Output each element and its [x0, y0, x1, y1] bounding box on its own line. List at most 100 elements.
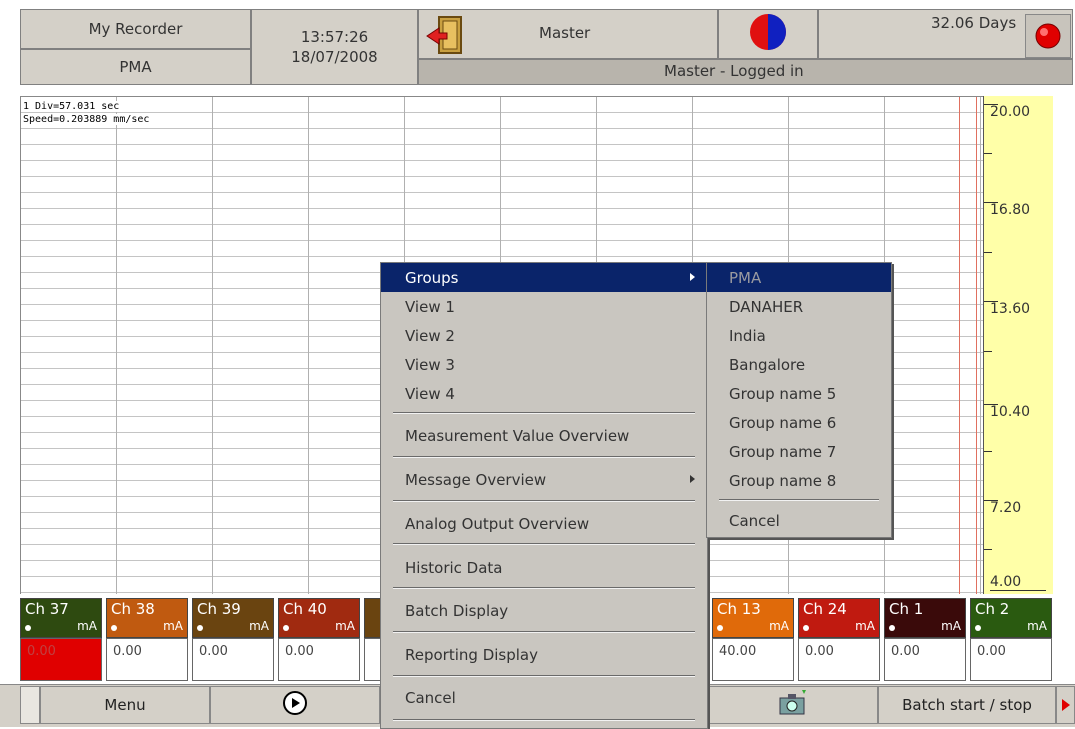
scale-label: 13.60 — [990, 301, 1031, 317]
channel-tile[interactable]: Ch 39 mA — [192, 598, 274, 638]
group-item-bangalore[interactable]: Bangalore — [707, 350, 891, 379]
channel-name: Ch 37 — [25, 600, 69, 618]
menu-item-view-3[interactable]: View 3 — [381, 350, 707, 379]
menu-item-view-2[interactable]: View 2 — [381, 321, 707, 350]
group-item-6[interactable]: Group name 6 — [707, 408, 891, 437]
footer-next-button[interactable] — [1056, 686, 1075, 724]
channel-unit: mA — [1027, 619, 1047, 633]
channel-value: 0.00 — [798, 638, 880, 681]
menu-item-analog-output-overview[interactable]: Analog Output Overview — [381, 509, 707, 538]
channel-unit: mA — [249, 619, 269, 633]
menu-separator — [393, 631, 695, 633]
scale-tick — [984, 500, 998, 501]
group-item-8[interactable]: Group name 8 — [707, 466, 891, 495]
channel-tile[interactable]: Ch 2 mA — [970, 598, 1052, 638]
play-icon[interactable] — [282, 690, 308, 720]
scale-label: 10.40 — [990, 404, 1031, 420]
channel-value: 0.00 — [106, 638, 188, 681]
user-panel[interactable]: Master — [418, 9, 718, 59]
channel-tile[interactable]: Ch 24 mA — [798, 598, 880, 638]
current-date: 18/07/2008 — [291, 48, 378, 66]
play-button[interactable] — [210, 686, 380, 724]
menu-item-message-overview[interactable]: Message Overview — [381, 465, 707, 494]
channel-dot-icon — [803, 625, 809, 631]
channel-dot-icon — [717, 625, 723, 631]
scale-tick — [984, 153, 992, 154]
menu-separator — [393, 456, 695, 458]
scale-tick — [984, 351, 992, 352]
menu-item-reporting-display[interactable]: Reporting Display — [381, 640, 707, 669]
camera-icon[interactable] — [776, 688, 810, 722]
trace-line — [959, 97, 960, 594]
channel-name: Ch 38 — [111, 600, 155, 618]
scale-tick — [984, 301, 998, 302]
channel-value: 40.00 — [712, 638, 794, 681]
channel-tile[interactable]: Ch 40 mA — [278, 598, 360, 638]
channel-unit: mA — [335, 619, 355, 633]
screenshot-button[interactable] — [708, 686, 878, 724]
scale-tick — [984, 404, 998, 405]
channel-tile[interactable]: Ch 1 mA — [884, 598, 966, 638]
channel-unit: mA — [77, 619, 97, 633]
division-info: 1 Div=57.031 sec — [23, 101, 120, 112]
channel-tile[interactable]: Ch 38 mA — [106, 598, 188, 638]
menu-item-view-4[interactable]: View 4 — [381, 379, 707, 408]
menu-item-batch-display[interactable]: Batch Display — [381, 596, 707, 625]
pie-chart-icon[interactable] — [748, 12, 788, 56]
door-exit-icon[interactable] — [425, 14, 467, 56]
menu-item-label: Message Overview — [405, 470, 547, 489]
channel-value: 0.00 — [970, 638, 1052, 681]
scale-label: 7.20 — [990, 500, 1022, 516]
channel-value: 0.00 — [192, 638, 274, 681]
submenu-arrow-icon — [690, 273, 695, 281]
menu-separator — [393, 587, 695, 589]
channel-unit: mA — [941, 619, 961, 633]
scale-tick — [984, 202, 998, 203]
group-name: PMA — [20, 49, 251, 85]
submenu-arrow-icon — [690, 475, 695, 483]
channel-value: 0.00 — [278, 638, 360, 681]
channel-dot-icon — [111, 625, 117, 631]
channel-tile[interactable]: Ch 37 mA — [20, 598, 102, 638]
days-panel: 32.06 Days — [818, 9, 1073, 59]
channel-unit: mA — [769, 619, 789, 633]
scale-label: 4.00 — [990, 574, 1022, 590]
channel-value-alarm: 0.00 — [20, 638, 102, 681]
channel-dot-icon — [889, 625, 895, 631]
scale-bar: 20.00 16.80 13.60 10.40 7.20 4.00 — [983, 96, 1053, 594]
recorder-name: My Recorder — [20, 9, 251, 49]
scale-baseline — [990, 590, 1046, 591]
pie-panel[interactable] — [718, 9, 818, 59]
login-status: Master - Logged in — [664, 62, 804, 80]
channel-name: Ch 39 — [197, 600, 241, 618]
group-item-india[interactable]: India — [707, 321, 891, 350]
menu-separator — [393, 543, 695, 545]
menu-separator — [393, 719, 695, 721]
group-item-pma[interactable]: PMA — [707, 263, 891, 292]
channel-unit: mA — [163, 619, 183, 633]
menu-item-cancel[interactable]: Cancel — [381, 683, 707, 712]
storage-days: 32.06 Days — [931, 14, 1017, 32]
alarm-indicator-icon[interactable] — [1025, 14, 1071, 58]
channel-name: Ch 2 — [975, 600, 1010, 618]
scale-tick — [984, 549, 992, 550]
menu-item-groups[interactable]: Groups — [381, 263, 707, 292]
current-time: 13:57:26 — [300, 28, 369, 46]
group-item-cancel[interactable]: Cancel — [707, 506, 891, 535]
footer-left-tab[interactable] — [20, 686, 40, 724]
menu-item-view-1[interactable]: View 1 — [381, 292, 707, 321]
group-item-5[interactable]: Group name 5 — [707, 379, 891, 408]
group-item-7[interactable]: Group name 7 — [707, 437, 891, 466]
menu-button[interactable]: Menu — [40, 686, 210, 724]
menu-item-historic-data[interactable]: Historic Data — [381, 553, 707, 582]
group-item-danaher[interactable]: DANAHER — [707, 292, 891, 321]
channel-name: Ch 13 — [717, 600, 761, 618]
right-arrow-icon[interactable] — [1061, 699, 1070, 711]
groups-submenu: PMA DANAHER India Bangalore Group name 5… — [706, 262, 892, 538]
speed-info: Speed=0.203889 mm/sec — [23, 114, 150, 125]
context-menu: Groups View 1 View 2 View 3 View 4 Measu… — [380, 262, 708, 729]
date-time-panel: 13:57:26 18/07/2008 — [251, 9, 418, 85]
batch-start-stop-button[interactable]: Batch start / stop — [878, 686, 1056, 724]
channel-tile[interactable]: Ch 13 mA — [712, 598, 794, 638]
menu-item-measurement-value-overview[interactable]: Measurement Value Overview — [381, 421, 707, 450]
